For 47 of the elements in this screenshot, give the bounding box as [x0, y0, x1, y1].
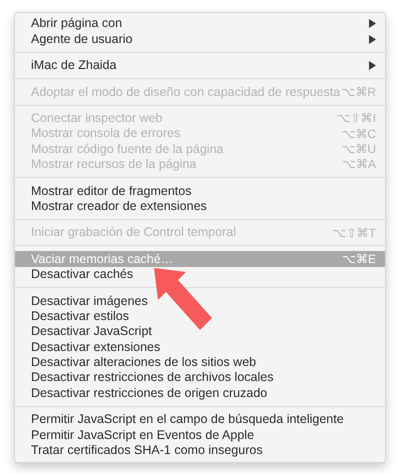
menu-item-label: Desactivar alteraciones de los sitios web — [31, 356, 256, 369]
menu-item[interactable]: Tratar certificados SHA-1 como inseguros — [15, 442, 385, 458]
menu-item-label: Abrir página con — [31, 17, 122, 30]
menu-item[interactable]: Desactivar restricciones de origen cruzado — [15, 385, 385, 401]
menu-item-label: Permitir JavaScript en el campo de búsqueda inteligente — [31, 413, 344, 426]
menu-item-label: Desactivar restricciones de archivos locales — [31, 371, 274, 384]
menu-item-label: Iniciar grabación de Control temporal — [31, 226, 236, 239]
menu-item-label: iMac de Zhaida — [31, 59, 116, 72]
shortcut-label: ⌥⌘A — [342, 158, 376, 170]
menu-item[interactable]: Abrir página con — [15, 16, 385, 32]
shortcut-label: ⌥⌘U — [341, 143, 376, 156]
shortcut-label: ⌥⌘R — [341, 86, 376, 98]
menu-item[interactable]: Desactivar alteraciones de los sitios web — [15, 354, 385, 370]
menu-item-label: Vaciar memorias caché… — [31, 252, 174, 266]
shortcut-label: ⌥⌘E — [342, 252, 376, 265]
shortcut-label: ⌥⇧⌘T — [332, 226, 376, 239]
menu-item-label: Mostrar código fuente de la página — [31, 142, 224, 156]
shortcut-label: ⌥⇧⌘I — [336, 112, 376, 124]
menu-item[interactable]: iMac de Zhaida — [15, 58, 385, 74]
menu-item-label: Tratar certificados SHA-1 como inseguros — [31, 444, 263, 457]
menu-item[interactable]: Desactivar restricciones de archivos locales — [15, 370, 385, 386]
menu-item[interactable]: Desactivar JavaScript — [15, 324, 385, 340]
menu-item-label: Mostrar consola de errores — [31, 127, 180, 140]
menu-item[interactable]: Desactivar imágenes — [15, 293, 385, 308]
menu-item-label: Desactivar restricciones de origen cruzado — [31, 386, 268, 400]
menu-item[interactable]: Permitir JavaScript en el campo de búsqueda inteligente — [15, 412, 385, 428]
menu-item-label: Desactivar extensiones — [31, 340, 160, 354]
menu-item[interactable]: Permitir JavaScript en Eventos de Apple — [15, 427, 385, 443]
menu-item-label: Desactivar JavaScript — [31, 325, 152, 338]
shortcut-label: ⌥⌘C — [341, 128, 376, 140]
arrow-icon — [152, 266, 214, 332]
menu-item-label: Mostrar creador de extensiones — [31, 200, 207, 212]
menu-item-label: Desactivar estilos — [31, 310, 129, 322]
menu-item-label: Permitir JavaScript en Eventos de Apple — [31, 428, 254, 442]
menu-item[interactable]: Desactivar cachés — [15, 266, 385, 282]
menu-item-label: Adoptar el modo de diseño con capacidad de respuesta — [31, 86, 340, 98]
menu-item-label: Desactivar cachés — [31, 268, 134, 281]
menu-item[interactable]: Desactivar extensiones — [15, 339, 385, 355]
menu-item-label: Mostrar recursos de la página — [31, 158, 196, 171]
menu-item-label: Desactivar imágenes — [31, 294, 148, 308]
menu-item[interactable]: Mostrar creador de extensiones — [15, 198, 385, 214]
menu-item-label: Conectar inspector web — [31, 112, 162, 124]
menu-item[interactable]: Desactivar estilos — [15, 308, 385, 324]
menu-item-label: Agente de usuario — [31, 32, 132, 46]
menu-item[interactable]: Agente de usuario — [15, 31, 385, 47]
menu-item-label: Mostrar editor de fragmentos — [31, 184, 192, 198]
menu-item[interactable]: Mostrar editor de fragmentos — [15, 183, 385, 199]
